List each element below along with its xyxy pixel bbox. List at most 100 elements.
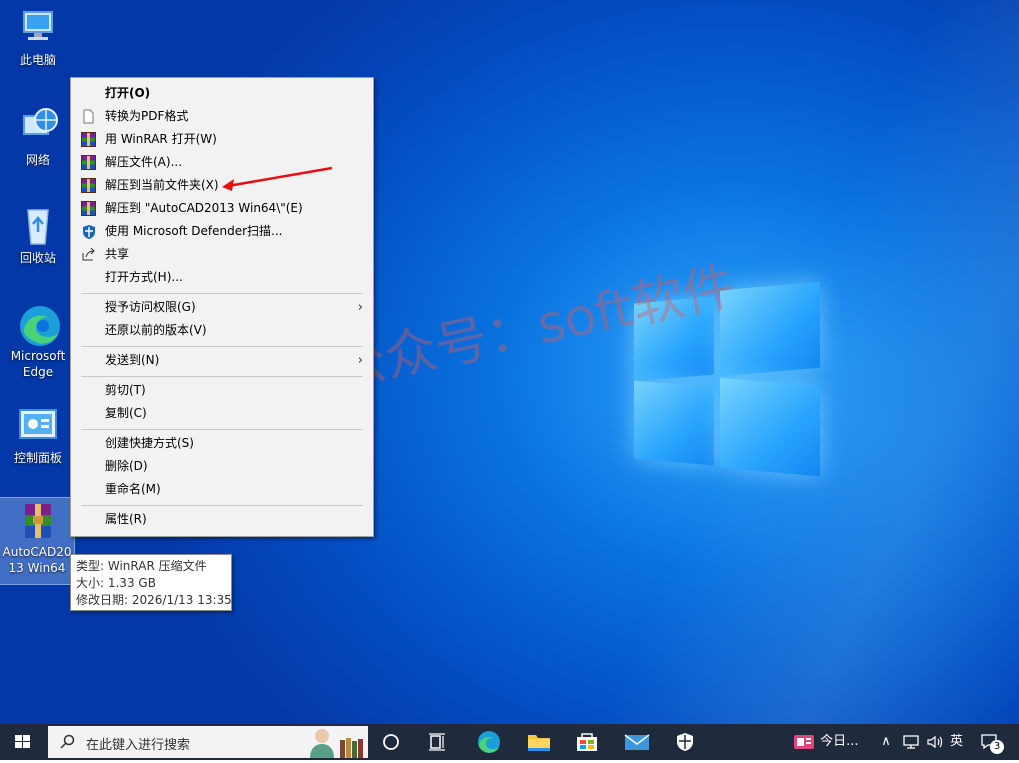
desktop-icon-label: 回收站 xyxy=(19,251,56,265)
network-tray-button[interactable] xyxy=(902,724,920,760)
search-icon xyxy=(60,734,75,749)
menu-item-label: 授予访问权限(G) xyxy=(105,300,196,314)
menu-separator xyxy=(81,429,363,430)
volume-button[interactable] xyxy=(926,724,946,760)
desktop-icon-label: 控制面板 xyxy=(13,451,62,465)
menu-separator xyxy=(81,376,363,377)
menu-separator xyxy=(81,293,363,294)
menu-item-open-with[interactable]: 打开方式(H)... xyxy=(71,266,373,289)
menu-item-label: 还原以前的版本(V) xyxy=(105,323,207,337)
defender-icon xyxy=(81,224,96,239)
edge-icon xyxy=(478,731,500,753)
desktop-icon-label: Microsoft Edge xyxy=(10,349,66,379)
share-icon xyxy=(81,247,96,262)
tooltip-modified-date: 修改日期: 2026/1/13 13:35 xyxy=(76,593,232,607)
menu-item-label: 复制(C) xyxy=(105,406,147,420)
menu-item-restore-versions[interactable]: 还原以前的版本(V) xyxy=(71,319,373,342)
menu-item-open-with-winrar[interactable]: 用 WinRAR 打开(W) xyxy=(71,128,373,151)
windows-start-icon xyxy=(15,735,30,748)
menu-item-label: 发送到(N) xyxy=(105,353,160,367)
document-icon xyxy=(81,109,96,124)
menu-separator xyxy=(81,505,363,506)
menu-item-send-to[interactable]: 发送到(N) › xyxy=(71,349,373,372)
menu-item-rename[interactable]: 重命名(M) xyxy=(71,478,373,501)
start-button[interactable] xyxy=(0,724,46,760)
network-status-icon xyxy=(903,734,919,749)
search-placeholder: 在此键入进行搜索 xyxy=(86,738,191,753)
news-widget[interactable]: 今日... xyxy=(792,724,859,760)
taskbar-file-explorer[interactable] xyxy=(516,724,562,760)
menu-item-convert-pdf[interactable]: 转换为PDF格式 xyxy=(71,105,373,128)
annotation-arrow xyxy=(222,166,333,191)
menu-item-label: 转换为PDF格式 xyxy=(105,109,189,123)
desktop-icon-label: AutoCAD2013 Win64 xyxy=(2,545,72,575)
mail-icon xyxy=(624,734,650,750)
notification-center-button[interactable]: 3 xyxy=(980,724,1010,760)
news-icon xyxy=(794,734,814,749)
menu-item-label: 删除(D) xyxy=(105,459,148,473)
task-view-cortana-button[interactable] xyxy=(368,724,414,760)
menu-item-label: 剪切(T) xyxy=(105,383,146,397)
shield-icon xyxy=(677,733,693,751)
desktop-icon-this-pc[interactable]: 此电脑 xyxy=(0,6,76,68)
notification-count-badge: 3 xyxy=(990,740,1004,754)
winrar-icon xyxy=(81,155,96,170)
speaker-icon xyxy=(927,735,943,748)
context-menu: 打开(O) 转换为PDF格式 用 WinRAR 打开(W) 解压文件(A)...… xyxy=(70,77,374,537)
menu-item-grant-access[interactable]: 授予访问权限(G) › xyxy=(71,296,373,319)
desktop-icon-control-panel[interactable]: 控制面板 xyxy=(0,404,76,466)
store-icon xyxy=(577,733,597,751)
file-info-tooltip: 类型: WinRAR 压缩文件 大小: 1.33 GB 修改日期: 2026/1… xyxy=(70,554,232,611)
menu-item-label: 使用 Microsoft Defender扫描... xyxy=(105,224,283,238)
control-panel-icon xyxy=(16,404,60,448)
desktop-icon-autocad-archive[interactable]: AutoCAD2013 Win64 xyxy=(0,497,75,585)
desktop-icon-network[interactable]: 网络 xyxy=(0,106,76,168)
winrar-archive-icon xyxy=(15,498,59,542)
menu-item-create-shortcut[interactable]: 创建快捷方式(S) xyxy=(71,432,373,455)
menu-item-defender-scan[interactable]: 使用 Microsoft Defender扫描... xyxy=(71,220,373,243)
menu-item-label: 解压到当前文件夹(X) xyxy=(105,178,219,192)
menu-item-open[interactable]: 打开(O) xyxy=(71,82,373,105)
menu-item-label: 创建快捷方式(S) xyxy=(105,436,194,450)
tooltip-size: 大小: 1.33 GB xyxy=(76,576,156,590)
menu-item-properties[interactable]: 属性(R) xyxy=(71,508,373,531)
chevron-up-icon: ∧ xyxy=(881,734,891,749)
search-highlight-illustration-icon xyxy=(310,729,363,758)
menu-item-label: 属性(R) xyxy=(105,512,147,526)
menu-item-label: 解压到 "AutoCAD2013 Win64\"(E) xyxy=(105,201,303,215)
menu-separator xyxy=(81,346,363,347)
menu-item-cut[interactable]: 剪切(T) xyxy=(71,379,373,402)
desktop-icon-recycle-bin[interactable]: 回收站 xyxy=(0,204,76,266)
taskbar-search-box[interactable]: 在此键入进行搜索 xyxy=(48,726,368,758)
taskbar-mail[interactable] xyxy=(614,724,660,760)
menu-item-label: 共享 xyxy=(105,247,130,261)
menu-item-label: 用 WinRAR 打开(W) xyxy=(105,132,217,146)
taskbar-edge[interactable] xyxy=(466,724,512,760)
menu-item-label: 解压文件(A)... xyxy=(105,155,183,169)
winrar-icon xyxy=(81,201,96,216)
menu-item-share[interactable]: 共享 xyxy=(71,243,373,266)
edge-icon xyxy=(16,302,60,346)
chevron-right-icon: › xyxy=(357,353,363,368)
desktop-icon-edge[interactable]: Microsoft Edge xyxy=(0,302,76,380)
input-method-button[interactable]: 英 xyxy=(950,724,963,760)
task-view-icon xyxy=(429,733,445,751)
taskbar-store[interactable] xyxy=(564,724,610,760)
menu-item-label: 打开方式(H)... xyxy=(105,270,183,284)
menu-item-delete[interactable]: 删除(D) xyxy=(71,455,373,478)
this-pc-icon xyxy=(16,6,60,50)
task-view-button[interactable] xyxy=(414,724,460,760)
circle-icon xyxy=(383,734,399,750)
menu-item-extract-to-folder[interactable]: 解压到 "AutoCAD2013 Win64\"(E) xyxy=(71,197,373,220)
menu-item-copy[interactable]: 复制(C) xyxy=(71,402,373,425)
show-hidden-icons-button[interactable]: ∧ xyxy=(878,724,894,760)
tooltip-type: 类型: WinRAR 压缩文件 xyxy=(76,559,207,573)
desktop-icon-label: 此电脑 xyxy=(19,53,56,67)
recycle-bin-icon xyxy=(16,204,60,248)
menu-item-label: 重命名(M) xyxy=(105,482,161,496)
winrar-icon xyxy=(81,132,96,147)
taskbar-security[interactable] xyxy=(662,724,708,760)
windows-logo-wallpaper xyxy=(634,281,822,477)
menu-item-label: 打开(O) xyxy=(105,86,151,100)
ime-label: 英 xyxy=(950,734,964,749)
